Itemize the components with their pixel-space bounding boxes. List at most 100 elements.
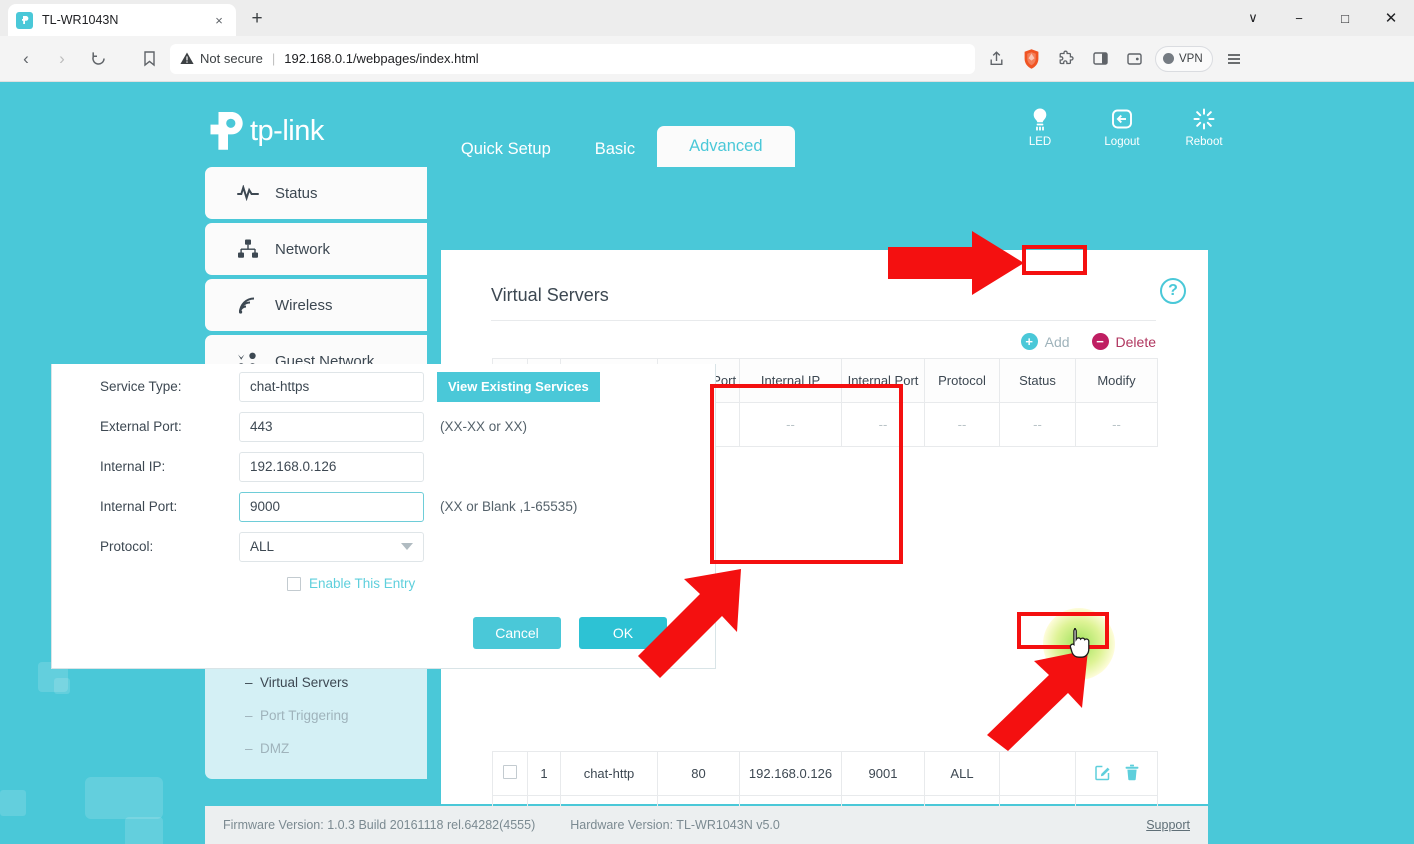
led-label: LED bbox=[1028, 136, 1052, 148]
tab-advanced[interactable]: Advanced bbox=[657, 126, 795, 167]
tab-list-icon[interactable]: ∨ bbox=[1230, 0, 1276, 36]
browser-tab-strip: TL-WR1043N × + ∨ − □ ✕ bbox=[0, 0, 1414, 36]
cancel-button[interactable]: Cancel bbox=[473, 617, 561, 649]
firmware-version: Firmware Version: 1.0.3 Build 20161118 r… bbox=[223, 818, 536, 832]
wifi-signal-icon bbox=[233, 295, 263, 315]
cell-service-type: chat-http bbox=[560, 751, 658, 796]
sidebar-subitem-dmz[interactable]: – DMZ bbox=[205, 732, 427, 765]
ok-button[interactable]: OK bbox=[579, 617, 667, 649]
sidebar-subitem-port-triggering[interactable]: – Port Triggering bbox=[205, 699, 427, 732]
page-title: Virtual Servers bbox=[491, 285, 609, 305]
sidebar-panel-icon[interactable] bbox=[1085, 44, 1115, 74]
sidebar-subitem-label: Virtual Servers bbox=[260, 675, 349, 690]
protocol-select[interactable] bbox=[239, 531, 424, 562]
view-existing-services-button[interactable]: View Existing Services bbox=[437, 371, 600, 402]
form-buttons: Cancel OK bbox=[52, 591, 715, 649]
forward-icon[interactable]: › bbox=[46, 43, 78, 75]
led-button[interactable]: LED bbox=[1013, 106, 1067, 148]
url-text: 192.168.0.1/webpages/index.html bbox=[284, 51, 479, 66]
vpn-status-dot bbox=[1163, 53, 1174, 64]
router-admin-page: tp-link Quick Setup Basic Advanced LED L… bbox=[0, 82, 1414, 844]
decoration-square bbox=[0, 790, 26, 816]
enable-entry-checkbox[interactable] bbox=[287, 576, 301, 591]
not-secure-indicator[interactable]: Not secure bbox=[180, 51, 263, 66]
internal-port-input[interactable] bbox=[239, 491, 424, 522]
internal-ip-input[interactable] bbox=[239, 451, 424, 482]
logout-button[interactable]: Logout bbox=[1095, 106, 1149, 148]
address-bar[interactable]: Not secure | 192.168.0.1/webpages/index.… bbox=[170, 43, 975, 74]
decoration-square bbox=[85, 777, 163, 819]
led-bulb-icon bbox=[1029, 106, 1051, 132]
reboot-label: Reboot bbox=[1185, 136, 1223, 148]
sidebar-subitem-label: Port Triggering bbox=[260, 708, 349, 723]
not-secure-label: Not secure bbox=[200, 51, 263, 66]
virtual-server-edit-form: Service Type: View Existing Services Ext… bbox=[51, 364, 716, 669]
table-row: 1 chat-http 80 192.168.0.126 9001 ALL bbox=[492, 751, 1158, 796]
page-footer: Firmware Version: 1.0.3 Build 20161118 r… bbox=[205, 806, 1208, 844]
share-icon[interactable] bbox=[981, 44, 1011, 74]
sidebar-item-wireless[interactable]: Wireless bbox=[205, 279, 427, 331]
label-protocol: Protocol: bbox=[100, 539, 154, 554]
tp-link-brand-text: tp-link bbox=[250, 114, 324, 147]
router-nav-tabs: Quick Setup Basic Advanced bbox=[439, 122, 795, 167]
toolbar-right-group: VPN bbox=[979, 44, 1251, 74]
sidebar-item-network[interactable]: Network bbox=[205, 223, 427, 275]
sidebar-item-status[interactable]: Status bbox=[205, 167, 427, 219]
table-actions: + Add − Delete bbox=[441, 321, 1208, 358]
reboot-button[interactable]: Reboot bbox=[1177, 106, 1231, 148]
external-port-input[interactable] bbox=[239, 411, 424, 442]
cell-empty: -- bbox=[1075, 402, 1158, 447]
minus-icon: − bbox=[1091, 333, 1109, 350]
vpn-button[interactable]: VPN bbox=[1155, 45, 1213, 72]
browser-tab[interactable]: TL-WR1043N × bbox=[8, 4, 236, 36]
new-tab-button[interactable]: + bbox=[243, 5, 271, 33]
close-window-button[interactable]: ✕ bbox=[1368, 0, 1414, 36]
cell-empty: -- bbox=[999, 402, 1076, 447]
tab-basic[interactable]: Basic bbox=[573, 131, 657, 167]
decoration-square bbox=[125, 817, 163, 844]
extensions-icon[interactable] bbox=[1051, 44, 1081, 74]
bookmark-icon[interactable] bbox=[134, 44, 164, 74]
window-controls: ∨ − □ ✕ bbox=[1230, 0, 1414, 36]
add-button[interactable]: + Add bbox=[1020, 333, 1070, 350]
enable-entry-label: Enable This Entry bbox=[309, 576, 416, 591]
close-tab-icon[interactable]: × bbox=[210, 11, 228, 29]
reload-icon[interactable] bbox=[82, 43, 114, 75]
back-icon[interactable]: ‹ bbox=[10, 43, 42, 75]
hint-internal-port: (XX or Blank ,1-65535) bbox=[440, 499, 578, 514]
sidebar-subitem-label: DMZ bbox=[260, 741, 290, 756]
minimize-window-button[interactable]: − bbox=[1276, 0, 1322, 36]
col-internal-ip: Internal IP bbox=[739, 358, 842, 403]
support-link[interactable]: Support bbox=[1146, 818, 1190, 832]
brave-shields-icon[interactable] bbox=[1020, 48, 1042, 70]
edit-icon[interactable] bbox=[1094, 764, 1111, 784]
trash-icon[interactable] bbox=[1125, 764, 1139, 784]
row-checkbox[interactable] bbox=[503, 765, 517, 779]
cell-empty: -- bbox=[924, 402, 1000, 447]
sidebar-item-label: Wireless bbox=[275, 296, 333, 314]
protocol-select-wrapper[interactable] bbox=[239, 531, 424, 562]
cell-external-port: 80 bbox=[657, 751, 740, 796]
tab-quick-setup[interactable]: Quick Setup bbox=[439, 131, 573, 167]
omnibox-separator: | bbox=[271, 51, 276, 66]
cell-empty: -- bbox=[841, 402, 925, 447]
hint-external-port: (XX-XX or XX) bbox=[440, 419, 528, 434]
sidebar-item-label: Status bbox=[275, 184, 318, 202]
vpn-label: VPN bbox=[1179, 52, 1203, 65]
cell-modify bbox=[1075, 751, 1158, 796]
col-modify: Modify bbox=[1075, 358, 1158, 403]
help-icon[interactable]: ? bbox=[1160, 278, 1186, 304]
cell-internal-port: 9001 bbox=[841, 751, 925, 796]
add-label: Add bbox=[1044, 333, 1070, 350]
router-header-actions: LED Logout Reboot bbox=[1013, 106, 1231, 148]
pulse-icon bbox=[233, 185, 263, 201]
form-row-internal-ip: Internal IP: bbox=[52, 449, 715, 484]
label-service-type: Service Type: bbox=[100, 379, 182, 394]
wallet-icon[interactable] bbox=[1119, 44, 1149, 74]
delete-button[interactable]: − Delete bbox=[1091, 333, 1156, 350]
maximize-window-button[interactable]: □ bbox=[1322, 0, 1368, 36]
service-type-input[interactable] bbox=[239, 371, 424, 402]
cell-status bbox=[999, 751, 1076, 796]
hamburger-menu-icon[interactable] bbox=[1219, 44, 1249, 74]
sidebar-subitem-virtual-servers[interactable]: – Virtual Servers bbox=[205, 666, 427, 699]
